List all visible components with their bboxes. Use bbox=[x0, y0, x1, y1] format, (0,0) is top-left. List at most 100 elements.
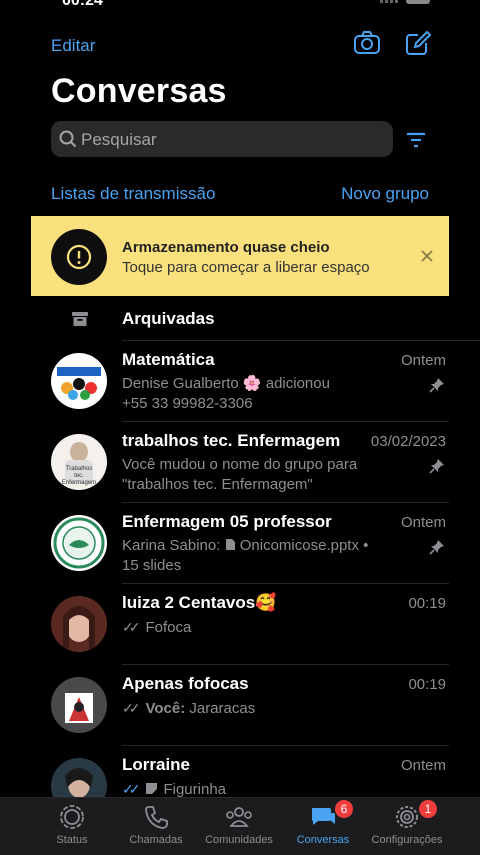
tab-label: Conversas bbox=[296, 834, 350, 846]
chat-file-name: Onicomicose.pptx • bbox=[239, 537, 369, 554]
chat-body: trabalhos tec. Enfermagem 03/02/2023 Voc… bbox=[122, 422, 449, 503]
chat-body: luiza 2 Centavos🥰 00:19 ✓✓ Fofoca bbox=[122, 584, 449, 665]
pin-icon bbox=[429, 540, 444, 555]
double-check-icon: ✓✓ bbox=[122, 700, 141, 716]
tab-label: Chamadas bbox=[129, 834, 183, 846]
chat-preview: ✓✓ Você: Jararacas bbox=[122, 698, 399, 719]
chat-preview-line1: Denise Gualberto 🌸 adicionou bbox=[122, 375, 330, 392]
chat-name: Lorraine bbox=[122, 755, 191, 774]
avatar bbox=[51, 515, 107, 571]
chat-name: trabalhos tec. Enfermagem bbox=[122, 431, 341, 450]
tab-settings[interactable]: 1 Configurações bbox=[359, 798, 455, 855]
chat-sender: Você: bbox=[145, 700, 186, 717]
tab-label: Configurações bbox=[371, 834, 443, 846]
chat-time: 00:19 bbox=[408, 676, 446, 693]
chat-preview-text: Figurinha bbox=[163, 781, 227, 798]
archived-label: Arquivadas bbox=[122, 309, 215, 328]
chat-preview: Denise Gualberto 🌸 adicionou +55 33 9998… bbox=[122, 374, 399, 414]
links-row: Listas de transmissão Novo grupo bbox=[51, 184, 429, 206]
tab-status[interactable]: Status bbox=[24, 798, 120, 855]
communities-icon bbox=[226, 807, 252, 827]
status-bar: 00:24 bbox=[0, 0, 480, 14]
chat-preview: ✓✓ Fofoca bbox=[122, 617, 399, 638]
double-check-icon: ✓✓ bbox=[122, 781, 141, 797]
document-icon bbox=[225, 539, 235, 550]
chat-name: Apenas fofocas bbox=[122, 674, 249, 693]
avatar bbox=[51, 596, 107, 652]
chat-name: luiza 2 Centavos🥰 bbox=[122, 593, 277, 612]
status-time: 00:24 bbox=[62, 0, 103, 9]
chat-row-luiza[interactable]: luiza 2 Centavos🥰 00:19 ✓✓ Fofoca bbox=[0, 584, 480, 665]
new-group-link[interactable]: Novo grupo bbox=[341, 184, 429, 204]
new-chat-icon[interactable] bbox=[404, 30, 432, 56]
chats-badge: 6 bbox=[335, 800, 353, 818]
tab-label: Status bbox=[56, 834, 88, 846]
page-title: Conversas bbox=[51, 72, 227, 110]
chat-time: 03/02/2023 bbox=[370, 433, 446, 450]
chat-preview-line1: Você mudou o nome do grupo para bbox=[122, 456, 358, 473]
double-check-icon: ✓✓ bbox=[122, 619, 141, 635]
status-icons bbox=[380, 0, 430, 4]
tab-calls[interactable]: Chamadas bbox=[108, 798, 204, 855]
chat-row-apenas-fofocas[interactable]: Apenas fofocas 00:19 ✓✓ Você: Jararacas bbox=[0, 665, 480, 746]
archived-row[interactable]: Arquivadas bbox=[72, 300, 480, 341]
chat-preview-line2: +55 33 99982-3306 bbox=[122, 395, 253, 412]
chat-body: Enfermagem 05 professor Ontem Karina Sab… bbox=[122, 503, 449, 584]
camera-icon[interactable] bbox=[353, 30, 381, 56]
chat-time: Ontem bbox=[400, 757, 446, 774]
chat-preview-line1: ✓✓ Fofoca bbox=[122, 617, 399, 638]
close-icon[interactable] bbox=[419, 248, 435, 264]
tab-chats[interactable]: 6 Conversas bbox=[275, 798, 371, 855]
chat-preview: Você mudou o nome do grupo para "trabalh… bbox=[122, 455, 399, 495]
pin-icon bbox=[429, 459, 444, 474]
chat-preview-text: Jararacas bbox=[189, 700, 256, 717]
chat-body: Apenas fofocas 00:19 ✓✓ Você: Jararacas bbox=[122, 665, 449, 746]
pin-icon bbox=[429, 378, 444, 393]
avatar bbox=[51, 353, 107, 409]
chat-preview-line2: 15 slides bbox=[122, 557, 182, 574]
banner-title: Armazenamento quase cheio bbox=[122, 239, 330, 256]
chat-bubbles-icon bbox=[312, 808, 335, 825]
chat-name: Matemática bbox=[122, 350, 215, 369]
chat-time: Ontem bbox=[400, 514, 446, 531]
edit-button[interactable]: Editar bbox=[51, 36, 95, 56]
search-input[interactable] bbox=[79, 121, 383, 159]
avatar: Trabalhos tec. Enfermagem bbox=[51, 434, 107, 490]
search-bar[interactable] bbox=[51, 121, 393, 159]
storage-banner[interactable]: Armazenamento quase cheio Toque para com… bbox=[31, 216, 449, 296]
chat-preview-line1: ✓✓ Você: Jararacas bbox=[122, 698, 399, 719]
top-bar: Editar bbox=[0, 28, 480, 62]
chat-body: Matemática Ontem Denise Gualberto 🌸 adic… bbox=[122, 341, 449, 422]
tab-label: Comunidades bbox=[205, 834, 273, 846]
settings-badge: 1 bbox=[419, 800, 437, 818]
warning-icon bbox=[51, 229, 107, 285]
banner-subtitle: Toque para começar a liberar espaço bbox=[122, 259, 370, 276]
svg-text:Trabalhos: Trabalhos bbox=[66, 466, 92, 472]
chat-row-trabalhos[interactable]: Trabalhos tec. Enfermagem trabalhos tec.… bbox=[0, 422, 480, 503]
tab-bar: Status Chamadas Comunidades 6 Conversas … bbox=[0, 797, 480, 855]
status-icon bbox=[60, 805, 84, 829]
gear-icon bbox=[396, 806, 418, 828]
chat-preview-line2: "trabalhos tec. Enfermagem" bbox=[122, 476, 313, 493]
search-icon bbox=[59, 130, 77, 148]
chat-name: Enfermagem 05 professor bbox=[122, 512, 332, 531]
broadcast-lists-link[interactable]: Listas de transmissão bbox=[51, 184, 215, 204]
chat-preview-line1: Karina Sabino: Onicomicose.pptx • bbox=[122, 536, 399, 556]
chat-row-matematica[interactable]: Matemática Ontem Denise Gualberto 🌸 adic… bbox=[0, 341, 480, 422]
archive-icon bbox=[72, 312, 88, 326]
chat-preview-text: Fofoca bbox=[145, 619, 192, 636]
chat-row-enfermagem-05[interactable]: Enfermagem 05 professor Ontem Karina Sab… bbox=[0, 503, 480, 584]
chat-preview: Karina Sabino: Onicomicose.pptx • 15 sli… bbox=[122, 536, 399, 576]
signal-icon bbox=[380, 0, 400, 3]
battery-icon bbox=[406, 0, 430, 4]
chat-time: 00:19 bbox=[408, 595, 446, 612]
filter-icon[interactable] bbox=[404, 130, 428, 150]
avatar bbox=[51, 677, 107, 733]
sticker-icon bbox=[146, 783, 158, 794]
svg-text:tec.: tec. bbox=[74, 473, 84, 479]
chat-time: Ontem bbox=[400, 352, 446, 369]
svg-text:Enfermagem: Enfermagem bbox=[62, 480, 96, 486]
tab-communities[interactable]: Comunidades bbox=[191, 798, 287, 855]
chat-sender: Karina Sabino: bbox=[122, 537, 221, 554]
phone-icon bbox=[145, 806, 168, 829]
